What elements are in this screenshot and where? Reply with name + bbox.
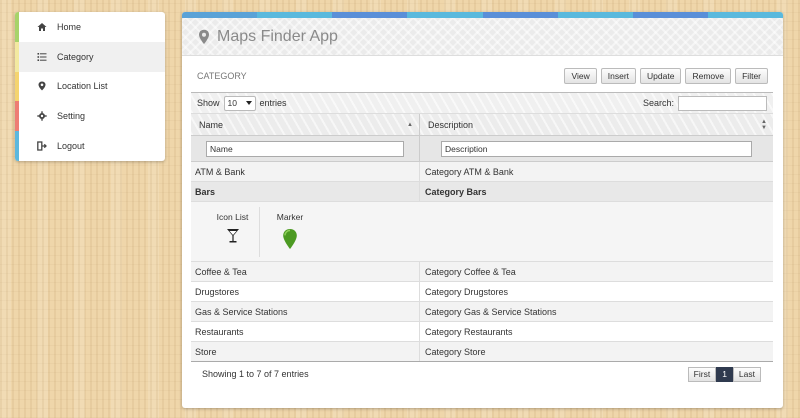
entries-label: entries <box>259 98 287 108</box>
map-marker-icon <box>198 29 210 45</box>
gear-icon <box>36 111 48 121</box>
cell-name: Bars <box>195 186 216 197</box>
table-footer: Showing 1 to 7 of 7 entries First 1 Last <box>191 363 773 385</box>
entries-select[interactable]: 10 <box>223 95 256 111</box>
icon-list-column: Icon List <box>206 207 260 257</box>
logout-icon <box>36 141 48 151</box>
cocktail-glass-icon <box>226 228 240 246</box>
table-controls: Show 10 entries Search: <box>191 92 773 114</box>
sort-asc-icon: ▲ <box>407 121 413 128</box>
header-color-stripe <box>182 12 783 18</box>
marker-label: Marker <box>276 212 304 222</box>
cell-name: Store <box>195 346 217 357</box>
sidebar-item-label: Home <box>57 21 82 32</box>
caret-down-icon <box>245 101 252 105</box>
sidebar-item-location-list[interactable]: Location List <box>15 71 165 102</box>
app-title: Maps Finder App <box>217 27 338 45</box>
toolbar: CATEGORY View Insert Update Remove Filte… <box>182 56 783 91</box>
filter-cell: Name <box>191 136 419 161</box>
map-marker-icon <box>36 81 48 91</box>
sidebar-item-label: Location List <box>57 81 108 92</box>
filter-row: Name Description <box>191 136 773 162</box>
column-header-label: Name <box>199 119 224 130</box>
show-label: Show <box>197 98 220 108</box>
table-info: Showing 1 to 7 of 7 entries <box>202 369 309 379</box>
color-stripe-segment <box>632 12 708 18</box>
app-header: Maps Finder App <box>182 18 783 56</box>
color-stripe-segment <box>332 12 408 18</box>
cell-description: Category Drugstores <box>419 282 773 301</box>
sidebar-item-logout[interactable]: Logout <box>15 131 165 161</box>
column-header-description[interactable]: Description ▲ ▼ <box>419 114 773 135</box>
section-title: CATEGORY <box>197 71 247 81</box>
sidebar-item-setting[interactable]: Setting <box>15 101 165 132</box>
column-header-label: Description <box>428 119 474 130</box>
cell-name: ATM & Bank <box>195 166 245 177</box>
filter-button[interactable]: Filter <box>735 68 768 84</box>
list-icon <box>36 52 48 62</box>
search-label: Search: <box>642 98 674 108</box>
sidebar-item-home[interactable]: Home <box>15 12 165 42</box>
description-filter-input[interactable]: Description <box>441 140 752 157</box>
table-row[interactable]: Coffee & Tea Category Coffee & Tea <box>191 262 773 282</box>
marker-column: Marker <box>260 202 320 261</box>
last-page-button[interactable]: Last <box>732 366 761 382</box>
filter-cell: Description <box>419 136 773 161</box>
cell-name: Gas & Service Stations <box>195 306 288 317</box>
sidebar-item-label: Setting <box>57 111 86 122</box>
sidebar: Home Category Location List Setting Logo… <box>15 12 165 161</box>
entries-select-value: 10 <box>227 98 237 108</box>
sort-both-icon: ▲ ▼ <box>761 118 767 131</box>
home-icon <box>36 22 48 32</box>
category-table: Show 10 entries Search: Name ▲ Descripti… <box>191 92 773 385</box>
color-stripe-segment <box>257 12 333 18</box>
map-marker-icon <box>282 228 298 252</box>
remove-button[interactable]: Remove <box>685 68 732 84</box>
icon-list-label: Icon List <box>216 212 249 222</box>
row-detail: Icon List Marker <box>191 202 773 262</box>
pagination: First 1 Last <box>687 366 761 382</box>
view-button[interactable]: View <box>564 68 597 84</box>
cell-description: Category Bars <box>419 182 773 201</box>
name-filter-input[interactable]: Name <box>206 140 404 157</box>
cell-description: Category ATM & Bank <box>419 162 773 181</box>
table-row[interactable]: Store Category Store <box>191 342 773 362</box>
table-row[interactable]: Restaurants Category Restaurants <box>191 322 773 342</box>
table-row[interactable]: Gas & Service Stations Category Gas & Se… <box>191 302 773 322</box>
cell-name: Coffee & Tea <box>195 266 247 277</box>
table-row[interactable]: Drugstores Category Drugstores <box>191 282 773 302</box>
table-row-selected[interactable]: Bars Category Bars <box>191 182 773 202</box>
update-button[interactable]: Update <box>640 68 682 84</box>
color-stripe-segment <box>182 12 258 18</box>
cell-name: Restaurants <box>195 326 244 337</box>
cell-description: Category Coffee & Tea <box>419 262 773 281</box>
sidebar-item-label: Logout <box>57 141 85 152</box>
table-row[interactable]: ATM & Bank Category ATM & Bank <box>191 162 773 182</box>
sidebar-item-category[interactable]: Category <box>15 41 165 72</box>
color-stripe-segment <box>707 12 783 18</box>
cell-description: Category Restaurants <box>419 322 773 341</box>
search-input[interactable] <box>678 95 767 111</box>
color-stripe-segment <box>557 12 633 18</box>
cell-name: Drugstores <box>195 286 240 297</box>
insert-button[interactable]: Insert <box>600 68 637 84</box>
color-stripe-segment <box>482 12 558 18</box>
page-1-button[interactable]: 1 <box>716 366 733 382</box>
color-stripe-segment <box>407 12 483 18</box>
action-buttons: View Insert Update Remove Filter <box>564 68 768 84</box>
main-panel: Maps Finder App CATEGORY View Insert Upd… <box>182 12 783 408</box>
sidebar-item-label: Category <box>57 51 94 62</box>
cell-description: Category Store <box>419 342 773 361</box>
cell-description: Category Gas & Service Stations <box>419 302 773 321</box>
column-header-name[interactable]: Name ▲ <box>191 114 419 135</box>
first-page-button[interactable]: First <box>687 366 717 382</box>
table-header: Name ▲ Description ▲ ▼ <box>191 114 773 136</box>
